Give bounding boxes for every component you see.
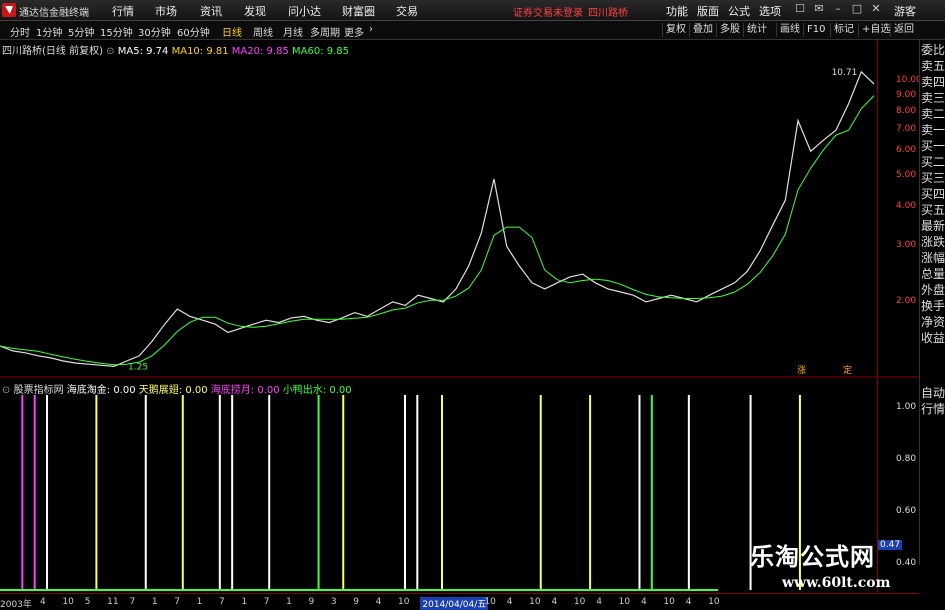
- price-tick-label: 3.00: [896, 240, 917, 251]
- price-axis: 10.00 9.00 8.00 7.00 6.00 5.00 4.00 3.00 2.00: [877, 40, 922, 377]
- price-tick-label: 7.00: [896, 124, 917, 135]
- ind-haidi-taojin: 海底淘金: 0.00: [66, 385, 136, 396]
- side-panel-item[interactable]: 买五: [920, 202, 945, 218]
- settings-icon[interactable]: ⊙: [106, 46, 114, 57]
- indicator-settings-icon[interactable]: ⊙: [2, 385, 10, 396]
- date-tick-label: 4: [596, 597, 602, 607]
- indicator-tick-label: 1.00: [896, 402, 917, 412]
- date-tick-label: 4: [40, 597, 46, 607]
- indicator-tick-label: 0.60: [896, 506, 917, 516]
- ma20-label: MA20: 9.85: [231, 46, 289, 57]
- high-price-label: 10.71: [832, 68, 858, 78]
- price-tick-label: 8.00: [896, 105, 917, 116]
- date-axis: 2003年 4 10 5 11 7 1 7 1 7 1 7 1 9 3 9 4 10 2014/04/04/五 10 4…: [0, 593, 919, 610]
- date-tick-label: 10: [618, 597, 631, 607]
- indicator-tick-label: 0.80: [896, 454, 917, 464]
- ma5-label: MA5: 9.74: [117, 46, 169, 57]
- date-tick-label: 10: [398, 597, 410, 607]
- ma-series-line: [0, 95, 875, 366]
- date-tick-label: 10: [573, 597, 586, 607]
- date-tick-label: 4: [551, 597, 558, 607]
- side-panel-item[interactable]: 涨跌: [920, 234, 945, 250]
- date-tick-label: 4: [685, 597, 692, 607]
- watermark-title: 乐淘公式网: [750, 543, 875, 571]
- ma10-label: MA10: 9.81: [171, 46, 229, 57]
- indicator-info: ⊙ 股票指标网 海底淘金: 0.00 天鹅展翅: 0.00 海底捞月: 0.00…: [2, 381, 352, 396]
- price-tick-label: 9.00: [896, 89, 917, 100]
- side-panel-item[interactable]: 卖二: [920, 106, 945, 122]
- event-label-zhang: 涨: [797, 365, 806, 376]
- main-chart-info: 四川路桥(日线 前复权) ⊙ MA5: 9.74 MA10: 9.81 MA20…: [2, 42, 349, 57]
- date-tick-label: 1: [286, 597, 292, 607]
- price-tick-label: 2.00: [896, 295, 917, 306]
- date-tick-label: 7: [263, 597, 270, 607]
- ind-haidi-laoyue: 海底捞月: 0.00: [210, 385, 280, 396]
- price-tick-label: 6.00: [896, 145, 917, 156]
- price-tick-label: 4.00: [896, 200, 917, 211]
- date-tick-label: 1: [196, 597, 203, 607]
- date-tick-label: 10: [663, 597, 675, 607]
- date-tick-label: 10: [529, 597, 541, 607]
- side-panel-item[interactable]: 最新: [920, 218, 945, 234]
- side-panel-item[interactable]: 总量: [920, 266, 945, 282]
- price-tick-label: 5.00: [896, 170, 917, 181]
- side-panel-item[interactable]: 卖五: [920, 58, 945, 74]
- date-tick-label: 10: [708, 597, 720, 607]
- indicator-current-value: 0.47: [878, 539, 903, 550]
- side-panel-item[interactable]: 卖三: [920, 90, 945, 106]
- side-panel-item[interactable]: 净资: [920, 314, 945, 330]
- watermark-url: www.60lt.com: [782, 575, 891, 591]
- main-chart-title: 四川路桥(日线 前复权): [2, 46, 103, 57]
- side-panel-item[interactable]: 行情: [920, 401, 945, 417]
- side-panel-item[interactable]: 买四: [920, 186, 945, 202]
- date-tick-label: 7: [219, 597, 225, 607]
- date-tick-label: 9: [308, 597, 315, 607]
- date-tick-label: 7: [174, 597, 180, 607]
- quote-side-panel: 委比 卖五 卖四 卖三 卖二 卖一 买一 买二 买三 买四 买五 最新 涨跌 涨幅 总量 外盘 换手 净资 收益自动…: [919, 40, 945, 565]
- event-label-ding: 定: [843, 364, 852, 376]
- ma60-label: MA60: 9.85: [292, 46, 350, 57]
- side-panel-item[interactable]: 换手: [920, 298, 945, 314]
- indicator-tick-label: 0.40: [896, 558, 917, 568]
- date-tick-label: 10: [62, 597, 74, 607]
- chart-canvas[interactable]: 10.71 1.25 涨 定: [0, 0, 945, 609]
- side-panel-item[interactable]: 卖四: [920, 74, 945, 90]
- date-tick-label: 3: [330, 597, 337, 607]
- date-tick-label: 4: [375, 597, 382, 607]
- indicator-name[interactable]: 股票指标网: [14, 385, 64, 396]
- side-panel-item[interactable]: 买一: [920, 138, 945, 154]
- date-tick-label: 2014/04/04/五: [420, 597, 489, 610]
- date-tick-label: 1: [151, 597, 158, 607]
- price-series-line: [0, 70, 875, 368]
- side-panel-item[interactable]: 自动: [920, 385, 945, 401]
- date-tick-label: 4: [641, 597, 647, 607]
- date-tick-label: 1: [241, 597, 248, 607]
- date-tick-label: 11: [107, 597, 119, 607]
- side-panel-item[interactable]: 买三: [920, 170, 945, 186]
- side-panel-item[interactable]: 买二: [920, 154, 945, 170]
- date-tick-label: 5: [84, 597, 91, 607]
- side-panel-item[interactable]: 卖一: [920, 122, 945, 138]
- date-tick-label: 4: [506, 597, 513, 607]
- date-tick-label: 2003年: [0, 600, 32, 610]
- date-tick-label: 7: [129, 597, 136, 607]
- low-price-label: 1.25: [128, 362, 148, 372]
- price-tick-label: 10.00: [896, 75, 922, 86]
- side-panel-item[interactable]: 涨幅: [920, 250, 945, 266]
- ind-tiane-zhanchi: 天鹅展翅: 0.00: [138, 385, 208, 396]
- side-panel-item[interactable]: 委比: [920, 42, 945, 58]
- date-tick-label: 10: [484, 597, 496, 607]
- side-panel-item[interactable]: 收益: [920, 330, 945, 346]
- indicator-axis: 0.47 1.00 0.80 0.60 0.40: [877, 378, 920, 592]
- side-panel-item[interactable]: 外盘: [920, 282, 945, 298]
- ind-xiaoya-chushui: 小鸭出水: 0.00: [282, 385, 352, 396]
- date-tick-label: 9: [353, 597, 359, 607]
